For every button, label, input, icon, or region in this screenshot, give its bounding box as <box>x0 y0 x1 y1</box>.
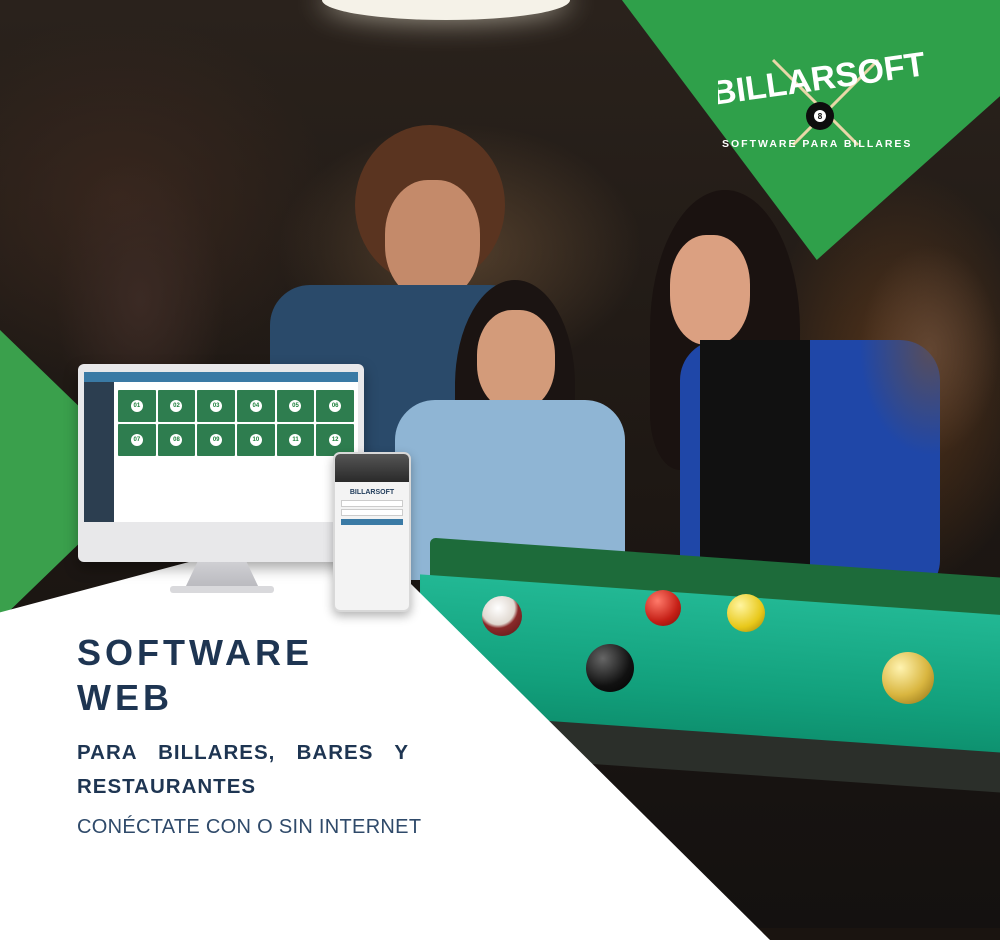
mesa-card: 07 <box>118 424 156 456</box>
monitor-base <box>170 586 274 593</box>
mesa-number: 09 <box>210 434 223 446</box>
svg-text:8: 8 <box>818 112 823 121</box>
black-ball <box>586 644 634 692</box>
connectivity-note: CONÉCTATE CON O SIN INTERNET <box>77 816 422 838</box>
mesa-card: 01 <box>118 390 156 422</box>
app-topbar <box>84 372 358 382</box>
mesa-card: 03 <box>197 390 235 422</box>
phone-login-screen: BILLARSOFT <box>335 482 409 528</box>
mesa-card: 02 <box>157 390 196 422</box>
striped-ball-right <box>882 652 934 704</box>
mesa-number: 04 <box>249 400 262 412</box>
phone-username-field <box>341 500 403 507</box>
phone-login-button <box>341 519 403 525</box>
headline: SOFTWARE WEB <box>77 630 313 720</box>
mesa-number: 10 <box>249 434 262 446</box>
red-ball <box>645 590 681 626</box>
mesa-card: 10 <box>237 424 275 456</box>
mesa-grid: 01 02 03 04 05 06 07 08 09 10 11 12 <box>118 390 354 456</box>
mesa-card: 04 <box>237 390 275 422</box>
subtitle: PARA BILLARES, BARES Y RESTAURANTES <box>77 741 409 798</box>
monitor-screen: 01 02 03 04 05 06 07 08 09 10 11 12 <box>84 372 358 522</box>
monitor-mockup: 01 02 03 04 05 06 07 08 09 10 11 12 <box>78 364 364 562</box>
app-sidebar <box>84 382 114 522</box>
mesa-card: 05 <box>276 390 315 422</box>
phone-header-image <box>335 454 409 482</box>
mesa-card: 06 <box>316 390 354 422</box>
mesa-number: 01 <box>130 400 143 412</box>
headline-line1: SOFTWARE <box>77 632 313 673</box>
phone-password-field <box>341 509 403 516</box>
headline-line2: WEB <box>77 677 173 718</box>
mesa-card: 11 <box>276 424 315 456</box>
logo-tagline: SOFTWARE PARA BILLARES <box>722 138 913 150</box>
person-center-woman <box>395 280 625 580</box>
striped-ball-left <box>482 596 522 636</box>
mesa-number: 06 <box>329 400 342 412</box>
mesa-number: 05 <box>289 400 302 412</box>
mesa-number: 11 <box>289 434 302 446</box>
phone-logo: BILLARSOFT <box>349 489 395 496</box>
app-main: 01 02 03 04 05 06 07 08 09 10 11 12 <box>118 386 354 456</box>
mesa-number: 07 <box>130 434 143 446</box>
mesa-number: 12 <box>329 434 342 446</box>
ceiling-lamp <box>322 0 570 20</box>
mesa-card: 08 <box>157 424 196 456</box>
yellow-ball <box>727 594 765 632</box>
phone-mockup: BILLARSOFT <box>333 452 411 612</box>
mesa-number: 02 <box>170 400 183 412</box>
mesa-card: 09 <box>197 424 235 456</box>
mesa-number: 03 <box>210 400 223 412</box>
mesa-number: 08 <box>170 434 183 446</box>
